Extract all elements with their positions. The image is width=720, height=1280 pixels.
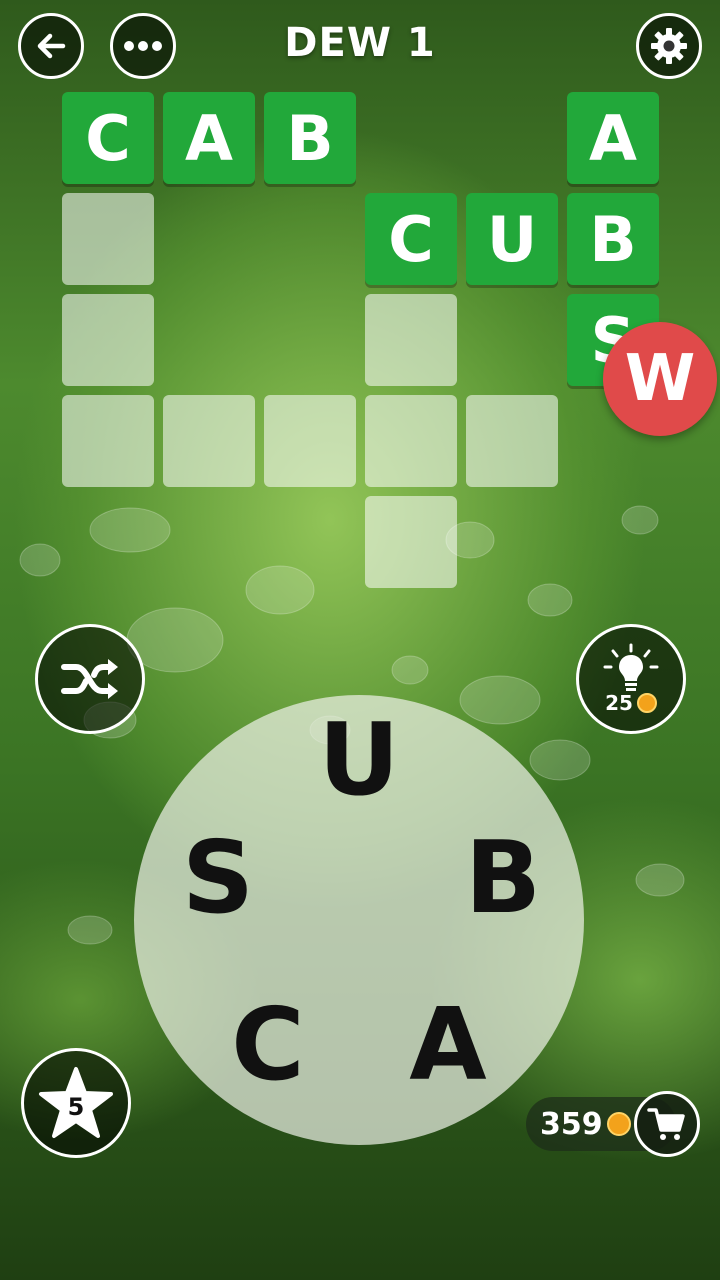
coin-count: 359 (540, 1106, 603, 1142)
level-title: DEW 1 (284, 20, 436, 66)
star-button[interactable]: 5 (21, 1048, 131, 1158)
letter-wheel[interactable]: U S B C A (134, 695, 584, 1145)
coin-icon (606, 1112, 631, 1136)
grid-cell-empty (365, 294, 457, 386)
grid-cell-empty (163, 395, 255, 487)
bonus-word-badge[interactable]: W (603, 322, 717, 436)
grid-cell: U (466, 193, 558, 285)
wheel-letter[interactable]: B (448, 823, 558, 933)
grid-cell: C (62, 92, 154, 184)
grid-cell: C (365, 193, 457, 285)
wheel-letter[interactable]: C (213, 990, 323, 1100)
grid-cell-empty (365, 395, 457, 487)
grid-cell: B (264, 92, 356, 184)
cart-icon (647, 1108, 685, 1140)
shuffle-button[interactable] (35, 624, 145, 734)
grid-cell: A (163, 92, 255, 184)
shop-button[interactable] (634, 1091, 700, 1157)
wheel-letter[interactable]: A (393, 990, 503, 1100)
hint-cost-row: 25 (605, 691, 657, 715)
settings-button[interactable] (636, 13, 702, 79)
wheel-letter[interactable]: S (163, 823, 273, 933)
shuffle-icon (61, 659, 118, 699)
hint-cost: 25 (605, 691, 633, 715)
grid-cell-empty (365, 496, 457, 588)
grid-cell-empty (62, 193, 154, 285)
grid-cell: B (567, 193, 659, 285)
grid-cell-empty (62, 395, 154, 487)
gear-icon (651, 28, 687, 64)
wheel-letter[interactable]: U (304, 705, 414, 815)
star-count: 5 (67, 1093, 85, 1121)
grid-cell-empty (62, 294, 154, 386)
hint-button[interactable]: 25 (576, 624, 686, 734)
grid-cell-empty (466, 395, 558, 487)
lightbulb-icon (603, 643, 659, 691)
grid-cell: A (567, 92, 659, 184)
coin-icon (636, 693, 657, 713)
grid-cell-empty (264, 395, 356, 487)
